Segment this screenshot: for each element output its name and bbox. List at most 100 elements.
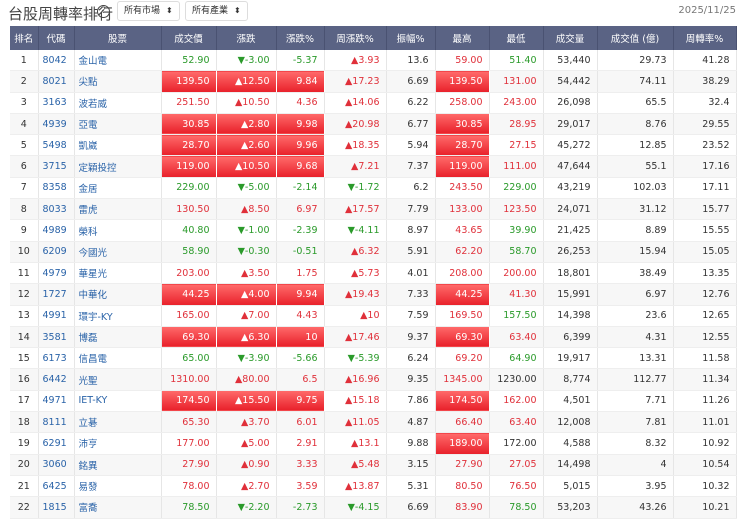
- cell-code[interactable]: 8358: [38, 177, 75, 200]
- cell-pct: -5.37: [276, 50, 325, 72]
- table-row[interactable]: 2 8021 尖點 139.50 ▲12.50 9.84 ▲17.23 6.69 139.50 1…: [10, 70, 737, 93]
- column-header[interactable]: 成交價: [161, 26, 217, 50]
- cell-vol: 45,272: [543, 134, 598, 157]
- cell-name[interactable]: 榮科: [74, 219, 162, 242]
- column-header[interactable]: 股票: [74, 26, 162, 50]
- cell-code[interactable]: 6173: [38, 347, 75, 370]
- table-row[interactable]: 1 8042 金山電 52.90 ▼-3.00 -5.37 ▲3.93 13.6 59.00 51…: [10, 50, 737, 72]
- column-header[interactable]: 漲跌%: [276, 26, 325, 50]
- table-row[interactable]: 8 8033 雷虎 130.50 ▲8.50 6.97 ▲17.57 7.79 133.00 12…: [10, 198, 737, 221]
- cell-turn: 17.11: [673, 177, 737, 200]
- cell-name[interactable]: IET-KY: [74, 390, 162, 413]
- cell-vol: 6,399: [543, 326, 598, 349]
- table-row[interactable]: 13 4991 環宇-KY 165.00 ▲7.00 4.43 ▲10 7.59 169.50 1…: [10, 305, 737, 327]
- column-header[interactable]: 振幅%: [386, 26, 436, 50]
- cell-code[interactable]: 4971: [38, 390, 75, 413]
- cell-code[interactable]: 3060: [38, 454, 75, 476]
- cell-code[interactable]: 6291: [38, 432, 75, 455]
- cell-name[interactable]: 博磊: [74, 326, 162, 349]
- table-row[interactable]: 6 3715 定穎投控 119.00 ▲10.50 9.68 ▲7.21 7.37 119.00…: [10, 155, 737, 178]
- cell-name[interactable]: 波若威: [74, 92, 162, 114]
- column-header[interactable]: 成交量: [543, 26, 598, 50]
- cell-name[interactable]: 亞電: [74, 113, 162, 136]
- cell-code[interactable]: 1727: [38, 283, 75, 306]
- cell-name[interactable]: 今國光: [74, 241, 162, 263]
- cell-price: 78.50: [161, 496, 217, 519]
- cell-name[interactable]: 富喬: [74, 496, 162, 519]
- cell-amp: 7.59: [386, 305, 436, 327]
- table-row[interactable]: 18 8111 立碁 65.30 ▲3.70 6.01 ▲11.05 4.87 66.40 63.…: [10, 411, 737, 434]
- table-row[interactable]: 20 3060 銘異 27.90 ▲0.90 3.33 ▲5.48 3.15 27.90 27.0…: [10, 454, 737, 476]
- table-row[interactable]: 14 3581 博磊 69.30 ▲6.30 10 ▲17.46 9.37 69.30 63.40…: [10, 326, 737, 349]
- cell-code[interactable]: 4979: [38, 262, 75, 285]
- cell-code[interactable]: 3581: [38, 326, 75, 349]
- cell-code[interactable]: 8042: [38, 50, 75, 72]
- table-row[interactable]: 22 1815 富喬 78.50 ▼-2.20 -2.73 ▼-4.15 6.69 83.90 7…: [10, 496, 737, 519]
- column-header[interactable]: 最高: [435, 26, 490, 50]
- cell-turn: 11.34: [673, 368, 737, 391]
- column-header[interactable]: 代碼: [38, 26, 75, 50]
- market-select[interactable]: 所有市場 ⬍: [117, 1, 180, 21]
- cell-name[interactable]: 銘異: [74, 454, 162, 476]
- table-row[interactable]: 4 4939 亞電 30.85 ▲2.80 9.98 ▲20.98 6.77 30.85 28.9…: [10, 113, 737, 136]
- cell-name[interactable]: 金山電: [74, 50, 162, 72]
- cell-vol: 15,991: [543, 283, 598, 306]
- cell-name[interactable]: 華星光: [74, 262, 162, 285]
- cell-code[interactable]: 3715: [38, 155, 75, 178]
- cell-name[interactable]: 立碁: [74, 411, 162, 434]
- cell-name[interactable]: 信昌電: [74, 347, 162, 370]
- cell-code[interactable]: 6209: [38, 241, 75, 263]
- cell-code[interactable]: 4989: [38, 219, 75, 242]
- table-row[interactable]: 16 6442 光聖 1310.00 ▲80.00 6.5 ▲16.96 9.35 1345.0…: [10, 368, 737, 391]
- cell-name[interactable]: 光聖: [74, 368, 162, 391]
- table-row[interactable]: 21 6425 易發 78.00 ▲2.70 3.59 ▲13.87 5.31 80.50 76.…: [10, 475, 737, 498]
- cell-code[interactable]: 5498: [38, 134, 75, 157]
- cell-name[interactable]: 雷虎: [74, 198, 162, 221]
- cell-name[interactable]: 凱崴: [74, 134, 162, 157]
- cell-code[interactable]: 6425: [38, 475, 75, 498]
- cell-price: 78.00: [161, 475, 217, 498]
- help-icon[interactable]: ?: [97, 5, 110, 18]
- industry-select[interactable]: 所有產業 ⬍: [185, 1, 248, 21]
- cell-chg: ▼-3.90: [216, 347, 277, 370]
- column-header[interactable]: 排名: [10, 26, 39, 50]
- column-header[interactable]: 成交值 (億): [597, 26, 674, 50]
- table-row[interactable]: 12 1727 中華化 44.25 ▲4.00 9.94 ▲19.43 7.33 44.25 41…: [10, 283, 737, 306]
- cell-name[interactable]: 金居: [74, 177, 162, 200]
- cell-rank: 1: [10, 50, 39, 72]
- cell-amp: 4.01: [386, 262, 436, 285]
- cell-name[interactable]: 尖點: [74, 70, 162, 93]
- cell-name[interactable]: 中華化: [74, 283, 162, 306]
- table-row[interactable]: 9 4989 榮科 40.80 ▼-1.00 -2.39 ▼-4.11 8.97 43.65 39…: [10, 219, 737, 242]
- cell-name[interactable]: 定穎投控: [74, 155, 162, 178]
- cell-name[interactable]: 環宇-KY: [74, 305, 162, 327]
- cell-pct: 3.59: [276, 475, 325, 498]
- table-row[interactable]: 3 3163 波若威 251.50 ▲10.50 4.36 ▲14.06 6.22 258.00…: [10, 92, 737, 114]
- cell-code[interactable]: 4939: [38, 113, 75, 136]
- cell-wk: ▲5.48: [324, 454, 387, 476]
- cell-code[interactable]: 6442: [38, 368, 75, 391]
- cell-code[interactable]: 8033: [38, 198, 75, 221]
- table-row[interactable]: 17 4971 IET-KY 174.50 ▲15.50 9.75 ▲15.18 7.86 17…: [10, 390, 737, 413]
- column-header[interactable]: 漲跌: [216, 26, 277, 50]
- cell-code[interactable]: 3163: [38, 92, 75, 114]
- cell-val: 74.11: [597, 70, 674, 93]
- table-row[interactable]: 15 6173 信昌電 65.00 ▼-3.90 -5.66 ▼-5.39 6.24 69.20…: [10, 347, 737, 370]
- table-row[interactable]: 10 6209 今國光 58.90 ▼-0.30 -0.51 ▲6.32 5.91 62.20 5…: [10, 241, 737, 263]
- table-row[interactable]: 11 4979 華星光 203.00 ▲3.50 1.75 ▲5.73 4.01 208.00 2…: [10, 262, 737, 285]
- table-row[interactable]: 7 8358 金居 229.00 ▼-5.00 -2.14 ▼-1.72 6.2 243.50 2…: [10, 177, 737, 200]
- cell-code[interactable]: 8111: [38, 411, 75, 434]
- cell-name[interactable]: 易發: [74, 475, 162, 498]
- column-header[interactable]: 周轉率%: [673, 26, 737, 50]
- column-header[interactable]: 最低: [489, 26, 544, 50]
- cell-code[interactable]: 8021: [38, 70, 75, 93]
- table-row[interactable]: 19 6291 沛亨 177.00 ▲5.00 2.91 ▲13.1 9.88 189.00 17…: [10, 432, 737, 455]
- table-row[interactable]: 5 5498 凱崴 28.70 ▲2.60 9.96 ▲18.35 5.94 28.70 27.1…: [10, 134, 737, 157]
- cell-rank: 7: [10, 177, 39, 200]
- cell-name[interactable]: 沛亨: [74, 432, 162, 455]
- cell-amp: 3.15: [386, 454, 436, 476]
- cell-turn: 38.29: [673, 70, 737, 93]
- cell-code[interactable]: 1815: [38, 496, 75, 519]
- cell-code[interactable]: 4991: [38, 305, 75, 327]
- column-header[interactable]: 周漲跌%: [324, 26, 387, 50]
